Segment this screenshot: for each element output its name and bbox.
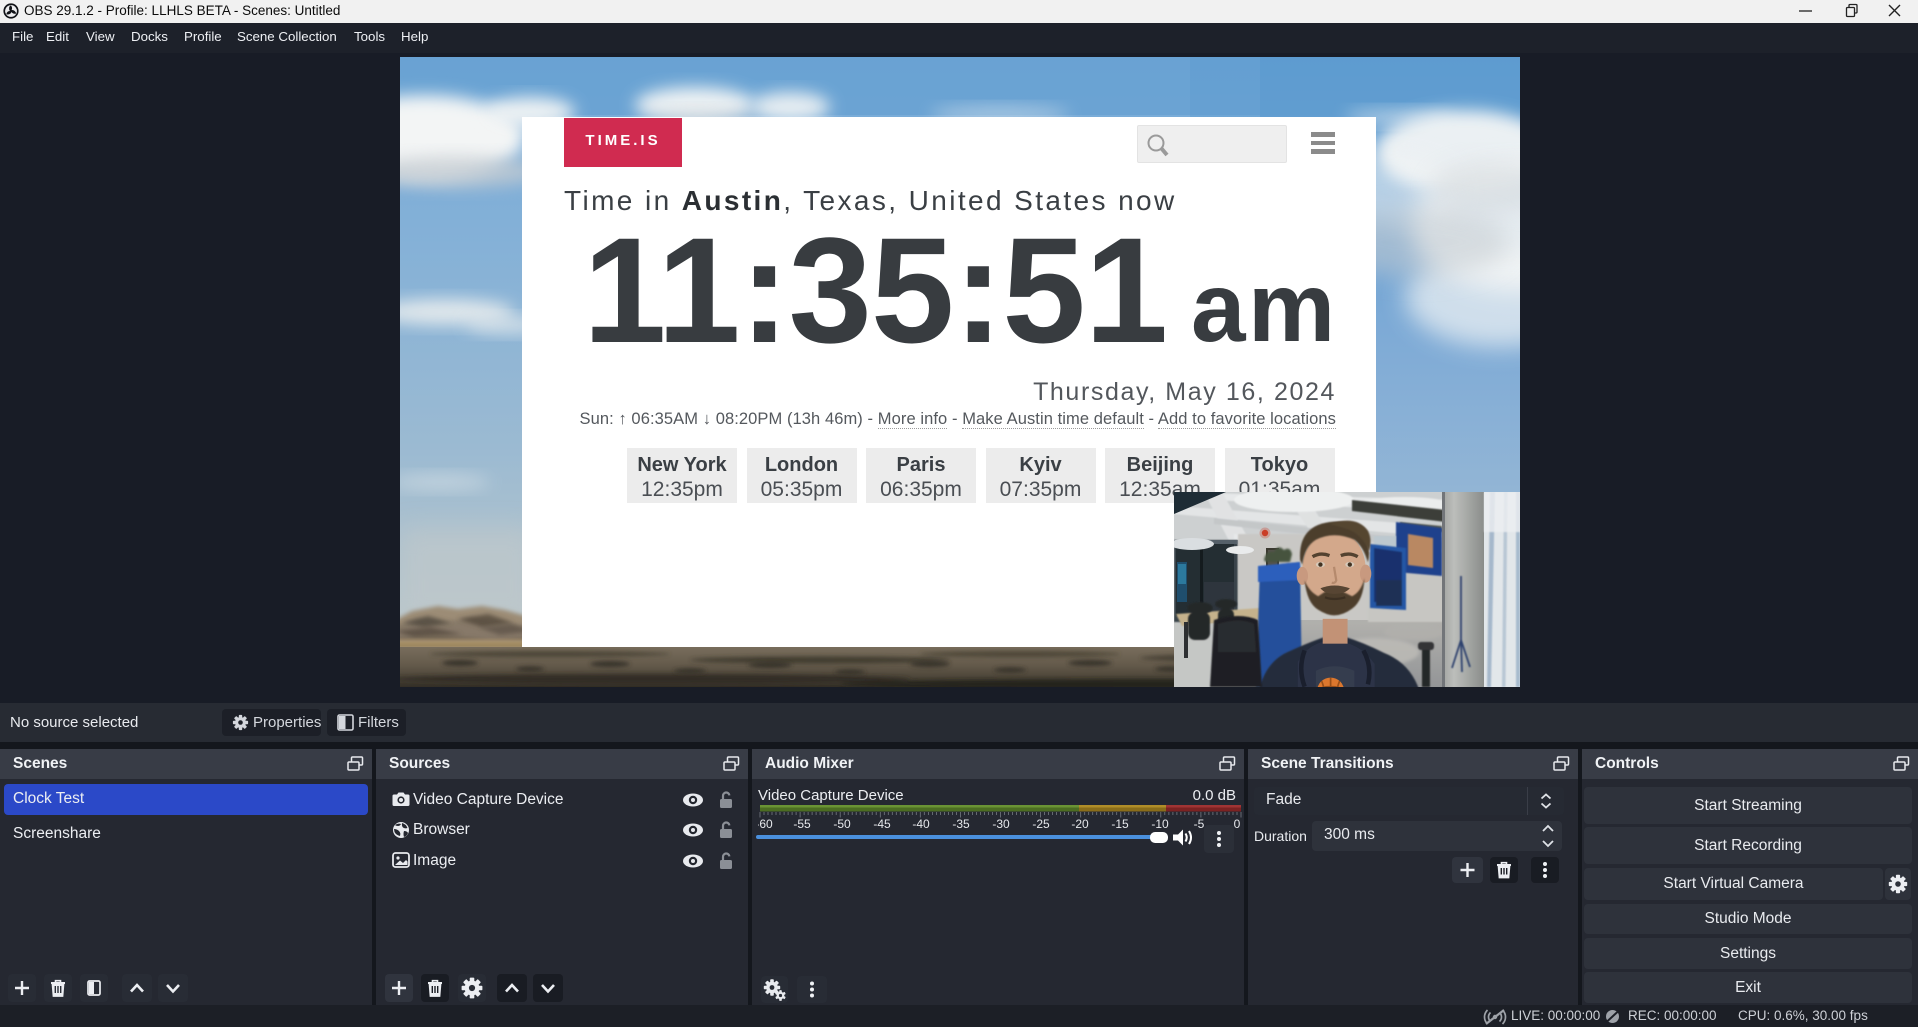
svg-text:-15: -15	[1111, 817, 1129, 831]
svg-text:-45: -45	[873, 817, 891, 831]
svg-text:-60: -60	[758, 817, 773, 831]
svg-text:0: 0	[1234, 817, 1241, 831]
svg-text:-20: -20	[1071, 817, 1089, 831]
svg-text:-25: -25	[1032, 817, 1050, 831]
svg-text:-50: -50	[833, 817, 851, 831]
svg-text:-5: -5	[1194, 817, 1205, 831]
svg-text:-40: -40	[912, 817, 930, 831]
svg-text:-35: -35	[952, 817, 970, 831]
svg-text:-55: -55	[793, 817, 811, 831]
svg-text:-10: -10	[1151, 817, 1169, 831]
svg-text:-30: -30	[992, 817, 1010, 831]
